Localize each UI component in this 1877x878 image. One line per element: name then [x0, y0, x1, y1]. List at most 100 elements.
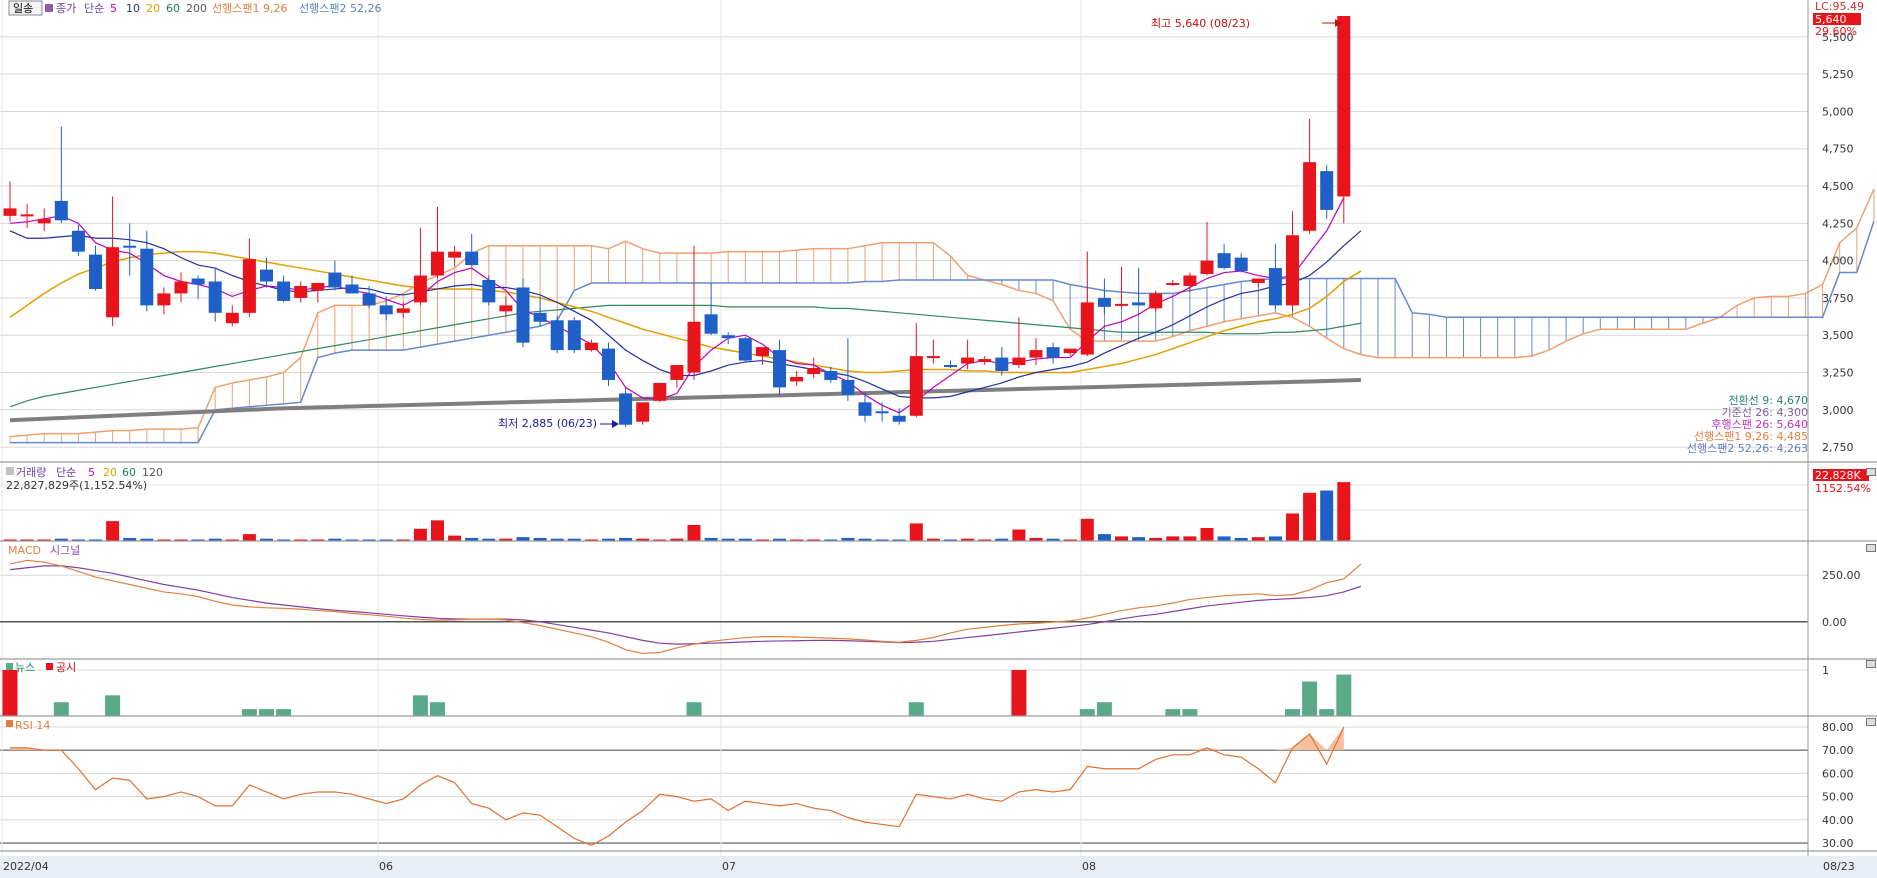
stock-chart: 2,750 3,000 3,250 3,500 3,750 4,000 4,250 4,500… — [0, 0, 1877, 878]
volume-bar — [1337, 482, 1351, 541]
rsi-panel-minimize-button[interactable] — [1866, 718, 1876, 726]
news-bar — [2, 670, 18, 716]
candle-body — [1012, 357, 1026, 366]
news-legend: 뉴스 — [15, 661, 35, 674]
volume-ma60-legend: 60 — [122, 466, 136, 479]
candle-body — [448, 251, 462, 258]
candle-body — [567, 320, 581, 351]
candle-body — [71, 230, 85, 252]
candle-body — [1029, 350, 1043, 358]
macd-legend: MACD — [8, 544, 41, 557]
news-bar — [1336, 674, 1352, 716]
candle-body — [277, 281, 291, 301]
volume-bar — [1303, 492, 1317, 541]
candle-body — [260, 269, 273, 282]
span2-legend: 선행스팬2 52,26 — [299, 2, 381, 15]
candle-body — [926, 356, 940, 359]
price-tick-label: 3,250 — [1822, 366, 1854, 379]
candle-body — [362, 293, 376, 306]
candle-body — [824, 371, 838, 380]
volume-bar — [413, 528, 427, 541]
time-tick-label: 2022/04 — [3, 860, 49, 873]
time-tick-label: 06 — [379, 860, 393, 873]
candle-body — [413, 275, 427, 303]
candle-body — [431, 251, 444, 276]
candle-body — [670, 365, 684, 380]
time-tick-label: 08/23 — [1823, 860, 1855, 873]
candle-body — [1251, 278, 1265, 283]
rsi-tick-label: 50.00 — [1822, 791, 1854, 804]
volume-readout: 22,827,829주(1,152.54%) — [6, 479, 147, 492]
news-panel-minimize-button[interactable] — [1866, 660, 1876, 668]
volume-ma120-legend: 120 — [142, 466, 163, 479]
volume-bar — [1286, 513, 1299, 541]
candle-body — [1200, 260, 1214, 275]
price-tick-label: 2,750 — [1822, 441, 1854, 454]
candle-body — [140, 248, 154, 306]
disclosure-legend-swatch — [46, 663, 53, 670]
candle-body — [773, 350, 786, 388]
period-button[interactable]: 일송 — [13, 1, 33, 15]
price-tick-label: 5,250 — [1822, 68, 1854, 81]
ma10-legend: 10 — [126, 2, 140, 15]
price-tick-label: 3,000 — [1822, 404, 1854, 417]
readout-span2: 선행스팬2 52,26: 4,263 — [1687, 442, 1808, 455]
candle-body — [20, 214, 34, 217]
volume-bar — [1166, 536, 1180, 541]
news-bar — [53, 702, 69, 716]
candle-body — [909, 356, 923, 416]
time-tick-label: 07 — [722, 860, 736, 873]
macd-line — [9, 559, 1362, 655]
candle-body — [892, 415, 906, 422]
candle-body — [944, 365, 957, 368]
high-annotation: 최고 5,640 (08/23) — [1151, 17, 1250, 30]
rsi-legend: RSI 14 — [15, 719, 50, 732]
rsi-line — [10, 726, 1345, 847]
news-bar — [1096, 702, 1112, 716]
macd-panel-minimize-button[interactable] — [1866, 544, 1876, 552]
volume-bar — [1200, 528, 1214, 541]
candle-body — [1149, 293, 1163, 309]
candle-body — [396, 308, 410, 313]
candle-body — [499, 305, 513, 312]
news-bar — [412, 695, 428, 716]
macd-tick-label: 0.00 — [1822, 616, 1847, 629]
candle-body — [1063, 348, 1077, 354]
ma-type-label: 단순 — [84, 2, 104, 15]
candle-body — [106, 247, 120, 318]
volume-bar — [1268, 536, 1282, 541]
news-bar — [1285, 709, 1300, 716]
change-badge: 29.60% — [1815, 25, 1857, 38]
news-bar — [430, 702, 445, 716]
volume-bar — [1217, 536, 1231, 541]
volume-bar — [1012, 529, 1026, 541]
span1-legend: 선행스팬1 9,26 — [212, 2, 287, 15]
rsi-tick-label: 60.00 — [1822, 767, 1854, 780]
news-bar — [908, 702, 924, 716]
candle-body — [1286, 235, 1299, 306]
candle-body — [1080, 302, 1094, 355]
close-legend: 종가 — [56, 2, 76, 15]
news-bar — [1011, 670, 1027, 716]
volume-ma20-legend: 20 — [103, 466, 117, 479]
volume-bar — [242, 534, 256, 541]
volume-ma-type: 단순 — [56, 466, 76, 479]
candle-body — [465, 251, 479, 266]
price-tick-label: 3,500 — [1822, 329, 1854, 342]
candle-body — [1320, 171, 1334, 210]
candle-body — [379, 305, 393, 315]
candle-body — [602, 348, 615, 380]
candle-body — [1234, 257, 1248, 272]
candle-body — [858, 402, 872, 416]
candle-body — [738, 338, 752, 361]
candle-body — [1337, 15, 1351, 197]
candle-body — [584, 342, 598, 351]
candle-body — [790, 376, 804, 382]
close-legend-swatch — [45, 4, 53, 12]
volume-panel-minimize-button[interactable] — [1866, 468, 1876, 476]
news-bars — [2, 670, 1352, 716]
candle-body — [311, 282, 325, 291]
news-bar — [105, 695, 121, 716]
time-tick-label: 08 — [1082, 860, 1096, 873]
candle-body — [157, 293, 171, 306]
